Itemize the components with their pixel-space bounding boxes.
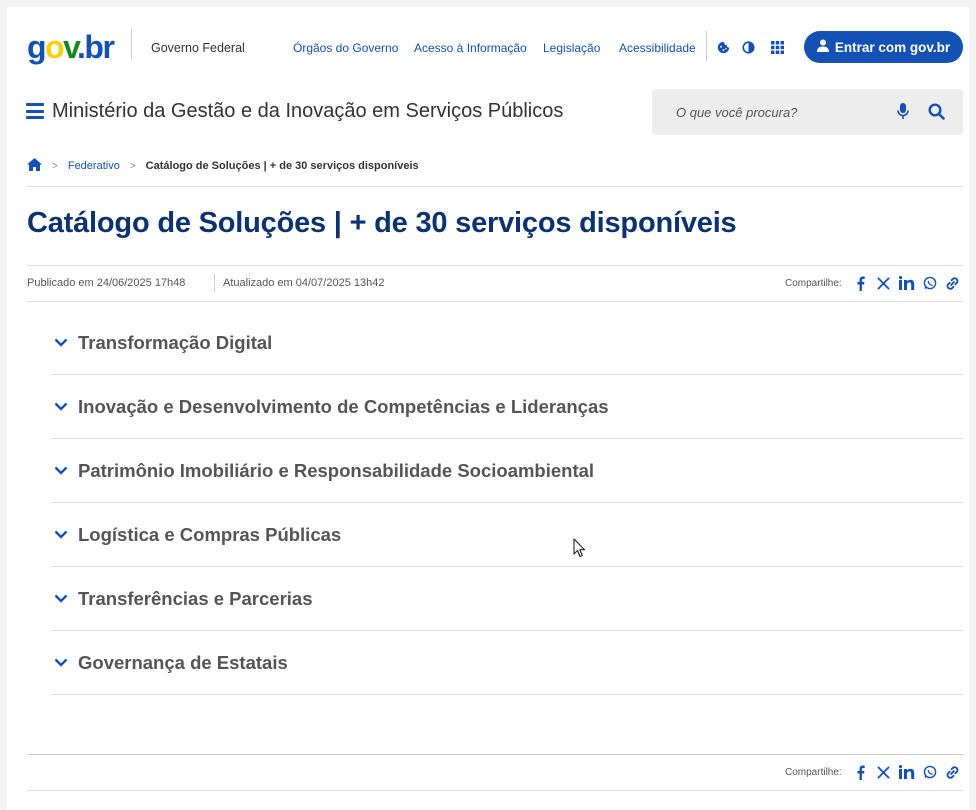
divider — [27, 186, 963, 187]
link-acessibilidade[interactable]: Acessibilidade — [619, 41, 696, 55]
user-icon — [816, 39, 829, 55]
breadcrumb: > Federativo > Catálogo de Soluções | + … — [27, 158, 419, 174]
chevron-down-icon — [52, 594, 78, 603]
facebook-icon[interactable] — [853, 275, 869, 291]
accordion-label: Inovação e Desenvolvimento de Competênci… — [78, 395, 609, 417]
chevron-down-icon — [52, 338, 78, 347]
chevron-down-icon — [52, 466, 78, 475]
link-orgaos[interactable]: Órgãos do Governo — [293, 41, 398, 55]
link-acesso-informacao[interactable]: Acesso à Informação — [414, 41, 527, 55]
updated-date: Atualizado em 04/07/2025 13h42 — [223, 277, 385, 289]
linkedin-icon[interactable] — [898, 275, 915, 291]
accordion-label: Governança de Estatais — [78, 651, 288, 673]
page-title: Catálogo de Soluções | + de 30 serviços … — [27, 207, 737, 239]
share-label: Compartilhe: — [785, 766, 842, 778]
accordion-item[interactable]: Governança de Estatais — [52, 631, 963, 695]
govbr-logo[interactable]: gov.br — [27, 29, 115, 65]
menu-icon[interactable] — [26, 103, 44, 119]
accordion-label: Transformação Digital — [78, 331, 273, 353]
breadcrumb-separator: > — [52, 160, 58, 172]
search-box — [652, 89, 963, 135]
accordion-label: Transferências e Parcerias — [78, 587, 313, 609]
cookie-icon[interactable] — [713, 37, 733, 57]
x-icon[interactable] — [876, 275, 892, 291]
search-icon[interactable] — [928, 103, 945, 125]
divider — [27, 790, 963, 791]
link-icon[interactable] — [945, 275, 961, 291]
x-icon[interactable] — [876, 764, 892, 780]
chevron-down-icon — [52, 658, 78, 667]
accordion-item[interactable]: Transferências e Parcerias — [52, 567, 963, 631]
whatsapp-icon[interactable] — [922, 275, 938, 291]
published-date: Publicado em 24/06/2025 17h48 — [27, 277, 186, 289]
accordion-item[interactable]: Patrimônio Imobiliário e Responsabilidad… — [52, 439, 963, 503]
breadcrumb-current: Catálogo de Soluções | + de 30 serviços … — [145, 160, 419, 172]
share-bar-top: Compartilhe: — [785, 275, 961, 291]
ministry-title[interactable]: Ministério da Gestão e da Inovação em Se… — [52, 100, 563, 123]
accordion-item[interactable]: Inovação e Desenvolvimento de Competênci… — [52, 375, 963, 439]
contrast-icon[interactable] — [738, 37, 758, 57]
whatsapp-icon[interactable] — [922, 764, 938, 780]
login-button[interactable]: Entrar com gov.br — [804, 31, 963, 63]
meta-divider — [214, 274, 215, 292]
page: gov.br Governo Federal Órgãos do Governo… — [7, 7, 969, 810]
breadcrumb-separator: > — [129, 160, 136, 172]
accordion-item[interactable]: Logística e Compras Públicas — [52, 503, 963, 567]
chevron-down-icon — [52, 402, 78, 411]
facebook-icon[interactable] — [853, 764, 869, 780]
search-input[interactable] — [676, 102, 876, 122]
apps-grid-icon[interactable] — [767, 37, 787, 57]
chevron-down-icon — [52, 530, 78, 539]
link-icon[interactable] — [945, 764, 961, 780]
login-label: Entrar com gov.br — [834, 39, 951, 55]
divider — [27, 265, 963, 266]
breadcrumb-federativo[interactable]: Federativo — [68, 160, 120, 172]
share-label: Compartilhe: — [785, 277, 842, 289]
accordion-item[interactable]: Transformação Digital — [52, 311, 963, 375]
links-divider — [706, 31, 707, 61]
accordion-label: Logística e Compras Públicas — [78, 523, 342, 545]
home-icon[interactable] — [27, 158, 42, 174]
link-legislacao[interactable]: Legislação — [543, 41, 600, 55]
gov-federal-label: Governo Federal — [151, 41, 245, 55]
header-divider — [131, 29, 132, 59]
share-bar-bottom: Compartilhe: — [785, 764, 961, 780]
divider — [27, 301, 963, 302]
mouse-cursor-icon — [573, 538, 586, 563]
divider — [27, 754, 963, 755]
linkedin-icon[interactable] — [898, 764, 915, 780]
microphone-icon[interactable] — [897, 103, 909, 125]
accordion-label: Patrimônio Imobiliário e Responsabilidad… — [78, 459, 595, 481]
